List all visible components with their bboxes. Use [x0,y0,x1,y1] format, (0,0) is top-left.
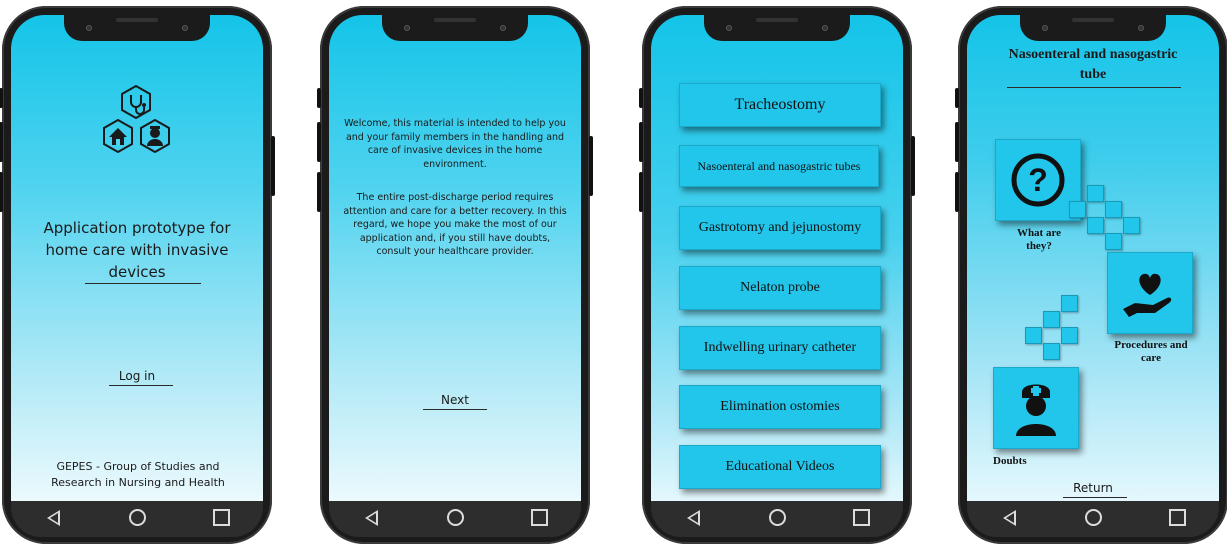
detail-title-underline [1007,87,1181,88]
login-underline [109,385,173,386]
next-underline [423,409,487,410]
menu-nelaton-button[interactable]: Nelaton probe [679,266,881,310]
system-navbar-1 [11,501,263,537]
menu-gastrotomy-button[interactable]: Gastrotomy and jejunostomy [679,206,881,250]
intro-screen: Welcome, this material is intended to he… [329,15,581,503]
system-navbar-4 [967,501,1219,537]
house-icon [101,118,135,154]
back-triangle-icon[interactable] [989,509,1029,529]
what-are-they-label: What are they? [1016,227,1062,252]
recent-square-icon[interactable] [519,509,559,529]
menu-urinary-catheter-button[interactable]: Indwelling urinary catheter [679,326,881,370]
phone-frame-3: Tracheostomy Nasoenteral and nasogastric… [639,6,915,544]
next-link[interactable]: Next [329,393,581,407]
svg-text:?: ? [1028,162,1048,198]
menu-ostomies-button[interactable]: Elimination ostomies [679,385,881,429]
home-circle-icon[interactable] [117,509,157,529]
menu-tracheostomy-button[interactable]: Tracheostomy [679,83,881,127]
device-menu-screen: Tracheostomy Nasoenteral and nasogastric… [651,15,903,503]
return-link[interactable]: Return [1061,481,1125,495]
hand-heart-icon [1123,273,1172,317]
login-link[interactable]: Log in [11,369,263,383]
recent-square-icon[interactable] [1157,509,1197,529]
recent-square-icon[interactable] [201,509,241,529]
doubts-label: Doubts [993,455,1027,467]
doubts-tile[interactable] [993,367,1079,449]
system-navbar-2 [329,501,581,537]
stethoscope-icon [119,84,153,120]
back-triangle-icon[interactable] [33,509,73,529]
title-underline [85,283,201,284]
back-triangle-icon[interactable] [673,509,713,529]
menu-videos-button[interactable]: Educational Videos [679,445,881,489]
gepes-footer: GEPES - Group of Studies and Research in… [51,460,225,489]
menu-tubes-button[interactable]: Nasoenteral and nasogastric tubes [679,145,879,187]
phone-frame-2: Welcome, this material is intended to he… [317,6,593,544]
app-title: Application prototype for home care with… [43,219,231,281]
procedures-care-tile[interactable] [1107,252,1193,334]
home-circle-icon[interactable] [1073,509,1113,529]
home-circle-icon[interactable] [435,509,475,529]
tube-detail-screen: Nasoenteral and nasogastric tube ? What … [967,15,1219,503]
procedures-care-label: Procedures and care [1114,339,1188,364]
phone-frame-4: Nasoenteral and nasogastric tube ? What … [955,6,1227,544]
return-underline [1063,497,1127,498]
intro-paragraph-1: Welcome, this material is intended to he… [344,118,566,170]
intro-paragraph-2: The entire post-discharge period require… [343,192,567,257]
system-navbar-3 [651,501,903,537]
home-circle-icon[interactable] [757,509,797,529]
nurse-icon [1016,384,1056,436]
phone-frame-1: Application prototype for home care with… [0,6,275,544]
question-mark-icon: ? [1011,153,1065,207]
recent-square-icon[interactable] [841,509,881,529]
nurse-icon [138,118,172,154]
detail-title: Nasoenteral and nasogastric tube [1008,47,1178,82]
back-triangle-icon[interactable] [351,509,391,529]
welcome-screen: Application prototype for home care with… [11,15,263,503]
